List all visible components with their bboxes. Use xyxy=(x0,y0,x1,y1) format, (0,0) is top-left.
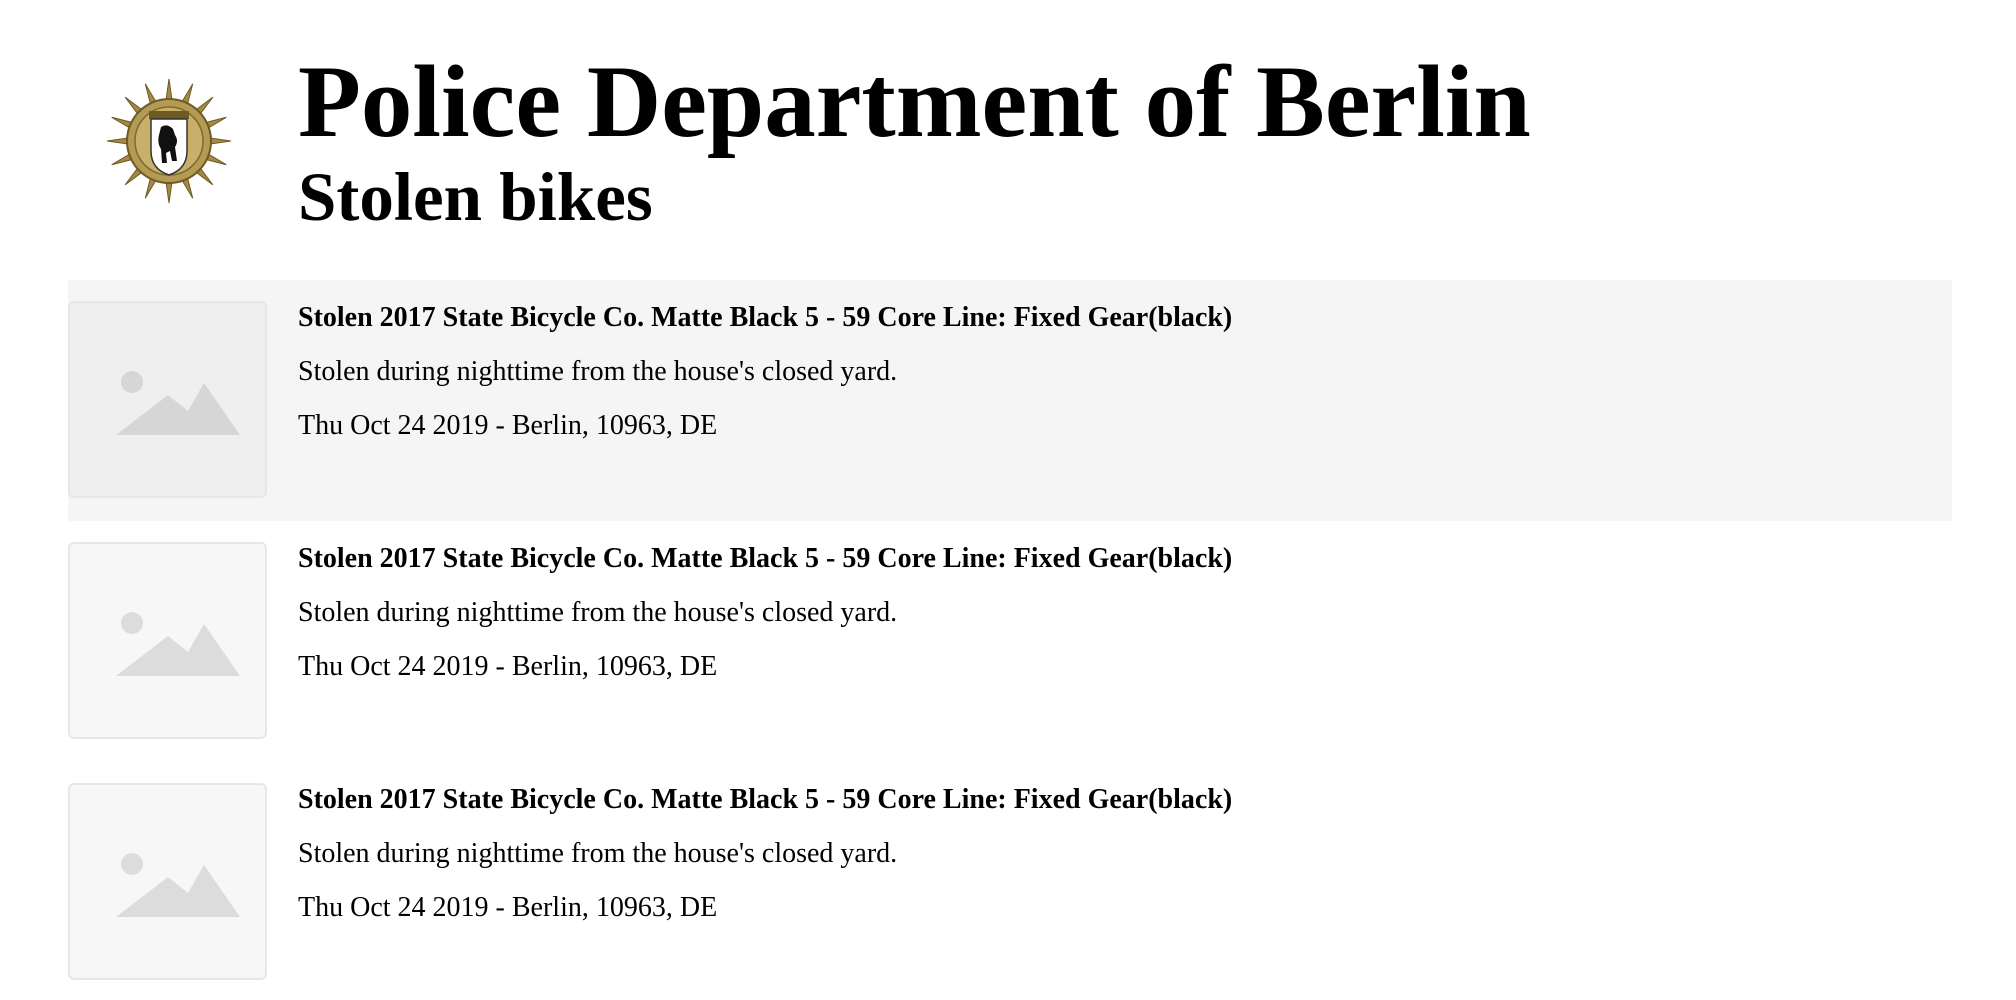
image-placeholder-icon xyxy=(116,612,240,676)
list-item[interactable]: Stolen 2017 State Bicycle Co. Matte Blac… xyxy=(68,762,1952,1000)
item-date-location: Thu Oct 24 2019 - Berlin, 10963, DE xyxy=(298,651,718,682)
item-date-location: Thu Oct 24 2019 - Berlin, 10963, DE xyxy=(298,892,718,923)
item-text: Stolen 2017 State Bicycle Co. Matte Blac… xyxy=(298,776,1898,932)
item-title[interactable]: Stolen 2017 State Bicycle Co. Matte Blac… xyxy=(298,776,1898,824)
page: Police Department of Berlin Stolen bikes… xyxy=(0,0,2016,1000)
image-placeholder-icon xyxy=(116,371,240,435)
item-text: Stolen 2017 State Bicycle Co. Matte Blac… xyxy=(298,294,1898,450)
bike-thumbnail xyxy=(68,542,267,739)
image-placeholder-icon xyxy=(116,853,240,917)
list-item[interactable]: Stolen 2017 State Bicycle Co. Matte Blac… xyxy=(68,280,1952,521)
item-description: Stolen during nighttime from the house's… xyxy=(298,597,898,628)
item-title[interactable]: Stolen 2017 State Bicycle Co. Matte Blac… xyxy=(298,294,1898,342)
bike-thumbnail xyxy=(68,783,267,980)
item-title[interactable]: Stolen 2017 State Bicycle Co. Matte Blac… xyxy=(298,535,1898,583)
header: Police Department of Berlin Stolen bikes xyxy=(0,0,2016,280)
page-title: Police Department of Berlin xyxy=(298,45,1531,159)
stolen-bikes-list: Stolen 2017 State Bicycle Co. Matte Blac… xyxy=(68,280,1952,1000)
page-subtitle: Stolen bikes xyxy=(298,159,653,235)
item-description: Stolen during nighttime from the house's… xyxy=(298,838,898,869)
bike-thumbnail xyxy=(68,301,267,498)
item-description: Stolen during nighttime from the house's… xyxy=(298,356,898,387)
item-date-location: Thu Oct 24 2019 - Berlin, 10963, DE xyxy=(298,410,718,441)
berlin-police-star-icon xyxy=(106,78,232,204)
item-text: Stolen 2017 State Bicycle Co. Matte Blac… xyxy=(298,535,1898,691)
list-item[interactable]: Stolen 2017 State Bicycle Co. Matte Blac… xyxy=(68,521,1952,762)
